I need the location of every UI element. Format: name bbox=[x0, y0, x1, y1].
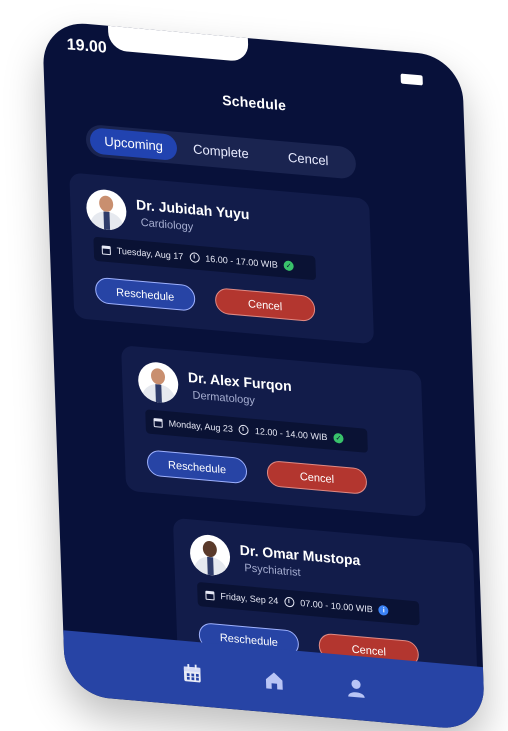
calendar-icon bbox=[205, 590, 215, 601]
doctor-specialty: Cardiology bbox=[140, 216, 194, 234]
calendar-icon bbox=[153, 417, 163, 428]
doctor-specialty: Psychiatrist bbox=[244, 562, 301, 580]
doctor-avatar bbox=[137, 360, 179, 405]
calendar-icon[interactable] bbox=[181, 662, 204, 686]
tab-cencel[interactable]: Cencel bbox=[264, 143, 352, 177]
reschedule-button[interactable]: Reschedule bbox=[146, 449, 248, 485]
info-icon: i bbox=[378, 604, 389, 616]
appointment-info: Tuesday, Aug 17 16.00 - 17.00 WIB ✓ bbox=[93, 236, 317, 281]
page-title: Schedule bbox=[221, 91, 287, 114]
reschedule-button[interactable]: Reschedule bbox=[94, 276, 196, 312]
check-icon: ✓ bbox=[333, 432, 344, 444]
doctor-avatar bbox=[85, 187, 128, 232]
appointment-date: Tuesday, Aug 17 bbox=[116, 245, 184, 262]
appointment-date: Monday, Aug 23 bbox=[168, 418, 234, 435]
home-icon[interactable] bbox=[263, 669, 286, 693]
tab-upcoming[interactable]: Upcoming bbox=[89, 127, 178, 162]
schedule-tabs: Upcoming Complete Cencel bbox=[85, 123, 357, 180]
clock-icon bbox=[238, 424, 250, 436]
check-icon: ✓ bbox=[283, 260, 294, 272]
doctor-avatar bbox=[189, 533, 231, 577]
appointment-date: Friday, Sep 24 bbox=[220, 591, 279, 607]
appointment-time: 16.00 - 17.00 WIB bbox=[205, 253, 278, 270]
profile-icon[interactable] bbox=[345, 676, 368, 700]
appointment-time: 12.00 - 14.00 WIB bbox=[254, 425, 328, 443]
battery-icon bbox=[400, 73, 423, 86]
clock-icon bbox=[284, 596, 295, 608]
cancel-button[interactable]: Cencel bbox=[266, 459, 368, 495]
app-stage: 19.00 Schedule Upcoming Complete Cencel … bbox=[0, 0, 508, 731]
appointment-card: Dr. Jubidah Yuyu Cardiology Tuesday, Aug… bbox=[69, 172, 375, 345]
appointment-info: Friday, Sep 24 07.00 - 10.00 WIB i bbox=[197, 581, 420, 626]
calendar-icon bbox=[101, 244, 111, 255]
cancel-button[interactable]: Cencel bbox=[214, 287, 316, 323]
status-time: 19.00 bbox=[66, 36, 108, 57]
appointment-card: Dr. Alex Furqon Dermatology Monday, Aug … bbox=[121, 345, 426, 518]
tab-complete[interactable]: Complete bbox=[177, 135, 265, 169]
clock-icon bbox=[189, 252, 200, 263]
phone-notch bbox=[107, 21, 249, 63]
doctor-specialty: Dermatology bbox=[192, 389, 256, 407]
appointment-time: 07.00 - 10.00 WIB bbox=[300, 598, 373, 615]
phone-screen: 19.00 Schedule Upcoming Complete Cencel … bbox=[42, 20, 486, 731]
appointment-info: Monday, Aug 23 12.00 - 14.00 WIB ✓ bbox=[145, 409, 368, 453]
